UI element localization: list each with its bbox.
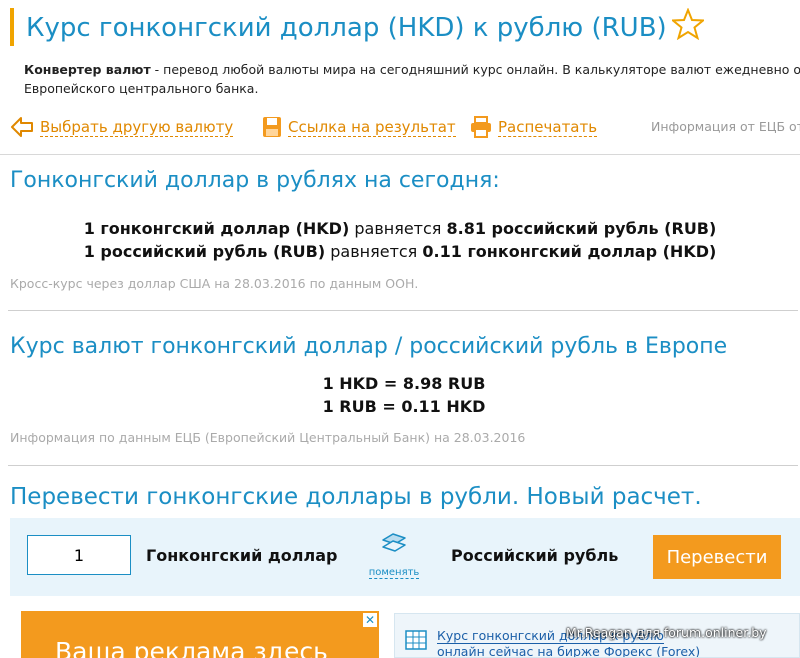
swap-button[interactable]: поменять xyxy=(366,530,422,579)
result-link[interactable]: Ссылка на результат xyxy=(262,112,456,142)
ecb-note: Информация по данным ЕЦБ (Европейский Це… xyxy=(10,430,526,445)
intro-line2: Европейского центрального банка. xyxy=(24,81,259,96)
result-link-label: Ссылка на результат xyxy=(288,117,456,137)
title-bar: Курс гонконгский доллар (HKD) к рублю (R… xyxy=(10,8,667,46)
chart-icon xyxy=(405,630,427,650)
arrow-left-icon xyxy=(11,117,33,137)
intro-text: Конвертер валют - перевод любой валюты м… xyxy=(24,60,800,98)
today-section-title: Гонконгский доллар в рублях на сегодня: xyxy=(10,168,500,193)
europe-rate-line-2: 1 RUB = 0.11 HKD xyxy=(322,397,486,416)
save-icon xyxy=(263,117,281,137)
close-icon[interactable]: ✕ xyxy=(363,613,377,627)
divider xyxy=(0,154,800,155)
today-rate-line-2: 1 российский рубль (RUB) равняется 0.11 … xyxy=(0,242,800,261)
divider xyxy=(8,465,798,466)
swap-icon xyxy=(382,533,406,552)
ad-left-text: Ваша реклама здесь xyxy=(55,637,328,658)
intro-line1: - перевод любой валюты мира на сегодняшн… xyxy=(150,62,800,77)
rate-verb: равняется xyxy=(349,219,447,238)
choose-currency-label: Выбрать другую валюту xyxy=(40,117,234,137)
ad-banner-left[interactable]: Ваша реклама здесь ✕ xyxy=(21,611,379,658)
cross-rate-note: Кросс-курс через доллар США на 28.03.201… xyxy=(10,276,419,291)
europe-rate-line-1: 1 HKD = 8.98 RUB xyxy=(322,374,486,393)
converter-title: Перевести гонконгские доллары в рубли. Н… xyxy=(10,484,702,510)
header: Курс гонконгский доллар (HKD) к рублю (R… xyxy=(0,0,800,155)
amount-input[interactable] xyxy=(27,535,131,575)
star-icon[interactable] xyxy=(672,8,704,40)
rate-to: 0.11 гонконгский доллар (HKD) xyxy=(422,242,717,261)
ad-right-line2: онлайн сейчас на бирже Форекс (Forex) xyxy=(437,644,701,658)
page-title: Курс гонконгский доллар (HKD) к рублю (R… xyxy=(26,13,667,43)
from-currency-select[interactable]: Гонконгский доллар xyxy=(146,546,337,565)
intro-bold: Конвертер валют xyxy=(24,62,151,77)
printer-icon xyxy=(471,116,491,138)
watermark: Mr.Reagan для forum.onliner.by xyxy=(566,625,767,640)
convert-button[interactable]: Перевести xyxy=(653,535,781,579)
rate-to: 8.81 российский рубль (RUB) xyxy=(446,219,717,238)
rate-from: 1 гонконгский доллар (HKD) xyxy=(83,219,350,238)
choose-currency-link[interactable]: Выбрать другую валюту xyxy=(10,112,234,142)
rate-from: 1 российский рубль (RUB) xyxy=(83,242,326,261)
divider xyxy=(8,310,798,311)
to-currency-select[interactable]: Российский рубль xyxy=(451,546,618,565)
rate-verb: равняется xyxy=(325,242,423,261)
converter-panel: Гонконгский доллар поменять Российский р… xyxy=(10,518,800,596)
europe-section-title: Курс валют гонконгский доллар / российск… xyxy=(10,334,728,359)
print-link[interactable]: Распечатать xyxy=(470,112,598,142)
today-rate-line-1: 1 гонконгский доллар (HKD) равняется 8.8… xyxy=(0,219,800,238)
ecb-info-text: Информация от ЕЦБ от xyxy=(651,119,800,134)
toolbar: Выбрать другую валюту Ссылка на результа… xyxy=(10,112,800,142)
print-label: Распечатать xyxy=(498,117,598,137)
swap-label: поменять xyxy=(368,567,420,579)
